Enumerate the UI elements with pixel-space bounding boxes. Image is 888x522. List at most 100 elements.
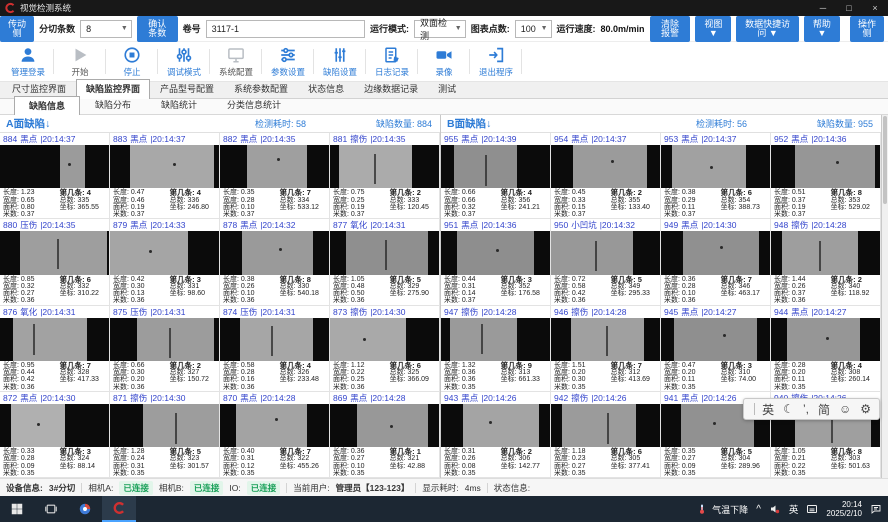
defect-cell-876[interactable]: 876氧化|20:14:31长度: 0.95宽度: 0.44面积: 0.42米数… (0, 306, 110, 392)
defect-thumbnail[interactable] (771, 231, 880, 274)
defect-thumbnail[interactable] (0, 404, 109, 447)
strip-count-select[interactable]: 8▼ (80, 20, 132, 38)
defect-cell-946[interactable]: 946擦伤|20:14:28长度: 1.51宽度: 0.20面积: 0.30米数… (551, 306, 661, 392)
defect-cell-953[interactable]: 953黑点|20:14:37长度: 0.38宽度: 0.29面积: 0.11米数… (661, 133, 771, 219)
defect-cell-944[interactable]: 944黑点|20:14:27长度: 0.28宽度: 0.20面积: 0.11米数… (771, 306, 881, 392)
confirm-strips-button[interactable]: 确认条数 (137, 16, 178, 42)
taskbar-clock[interactable]: 20:14 2025/2/10 (826, 500, 862, 518)
defect-cell-884[interactable]: 884黑点|20:14:37长度: 1.23宽度: 0.65面积: 0.80米数… (0, 133, 110, 219)
toolbar-button-sliders-v[interactable]: 缺陷设置 (314, 42, 366, 81)
defect-thumbnail[interactable] (441, 231, 550, 274)
defect-thumbnail[interactable] (330, 404, 439, 447)
defect-thumbnail[interactable] (771, 145, 880, 188)
sub-tab-1[interactable]: 缺陷分布 (80, 95, 146, 114)
defect-thumbnail[interactable] (771, 318, 880, 361)
defect-thumbnail[interactable] (0, 231, 109, 274)
defect-cell-877[interactable]: 877氧化|20:14:31长度: 1.05宽度: 0.48面积: 0.50米数… (330, 219, 440, 305)
close-button[interactable]: × (862, 0, 888, 16)
defect-thumbnail[interactable] (441, 145, 550, 188)
minimize-button[interactable]: ─ (810, 0, 836, 16)
sub-tab-2[interactable]: 缺陷统计 (146, 95, 212, 114)
toolbar-button-monitor[interactable]: 系统配置 (210, 42, 262, 81)
defect-thumbnail[interactable] (220, 231, 329, 274)
sub-tab-3[interactable]: 分类信息统计 (212, 95, 296, 114)
defect-cell-883[interactable]: 883黑点|20:14:37长度: 0.47宽度: 0.46面积: 0.19米数… (110, 133, 220, 219)
defect-thumbnail[interactable] (330, 318, 439, 361)
defect-cell-955[interactable]: 955黑点|20:14:39长度: 0.66宽度: 0.66面积: 0.32米数… (441, 133, 551, 219)
defect-cell-943[interactable]: 943黑点|20:14:26长度: 0.31宽度: 0.26面积: 0.08米数… (441, 392, 551, 478)
defect-cell-945[interactable]: 945黑点|20:14:27长度: 0.47宽度: 0.20面积: 0.11米数… (661, 306, 771, 392)
maximize-button[interactable]: □ (836, 0, 862, 16)
defect-thumbnail[interactable] (441, 404, 550, 447)
defect-cell-871[interactable]: 871擦伤|20:14:30长度: 1.28宽度: 0.24面积: 0.31米数… (110, 392, 220, 478)
defect-cell-872[interactable]: 872黑点|20:14:30长度: 0.33宽度: 0.28面积: 0.09米数… (0, 392, 110, 478)
defect-cell-879[interactable]: 879黑点|20:14:33长度: 0.42宽度: 0.30面积: 0.13米数… (110, 219, 220, 305)
defect-thumbnail[interactable] (110, 404, 219, 447)
defect-thumbnail[interactable] (330, 231, 439, 274)
defect-thumbnail[interactable] (0, 318, 109, 361)
toolbar-button-sliders-h[interactable]: 参数设置 (262, 42, 314, 81)
defect-thumbnail[interactable] (220, 318, 329, 361)
defect-cell-950[interactable]: 950小凹坑|20:14:32长度: 0.72宽度: 0.58面积: 0.42米… (551, 219, 661, 305)
defect-thumbnail[interactable] (661, 318, 770, 361)
drive-side-button[interactable]: 传动侧 (0, 16, 34, 42)
toolbar-button-exit[interactable]: 退出程序 (470, 42, 522, 81)
operator-side-button[interactable]: 操作侧 (850, 16, 884, 42)
defect-cell-951[interactable]: 951黑点|20:14:36长度: 0.44宽度: 0.31面积: 0.14米数… (441, 219, 551, 305)
taskbar-app-inspection[interactable] (102, 496, 136, 522)
tray-chevron[interactable]: ^ (756, 504, 761, 515)
toolbar-button-tune[interactable]: 调试模式 (158, 42, 210, 81)
ime-lang-en[interactable]: 英 (762, 401, 774, 418)
defect-thumbnail[interactable] (441, 318, 550, 361)
defect-cell-875[interactable]: 875压伤|20:14:31长度: 0.66宽度: 0.30面积: 0.20米数… (110, 306, 220, 392)
toolbar-button-play[interactable]: 开始 (54, 42, 106, 81)
defect-cell-873[interactable]: 873擦伤|20:14:30长度: 1.12宽度: 0.22面积: 0.25米数… (330, 306, 440, 392)
toolbar-button-camera[interactable]: 录像 (418, 42, 470, 81)
ime-icon[interactable] (806, 503, 818, 515)
taskbar-app-browser[interactable] (68, 496, 102, 522)
defect-cell-949[interactable]: 949黑点|20:14:30长度: 0.36宽度: 0.28面积: 0.10米数… (661, 219, 771, 305)
defect-thumbnail[interactable] (661, 145, 770, 188)
ime-emoji-icon[interactable]: ☺ (839, 402, 851, 416)
task-view-button[interactable] (34, 496, 68, 522)
view-menu-button[interactable]: 视图 ▼ (695, 16, 731, 42)
help-menu-button[interactable]: 帮助 ▼ (804, 16, 840, 42)
defect-thumbnail[interactable] (110, 318, 219, 361)
defect-cell-878[interactable]: 878黑点|20:14:32长度: 0.38宽度: 0.26面积: 0.10米数… (220, 219, 330, 305)
defect-cell-870[interactable]: 870黑点|20:14:28长度: 0.40宽度: 0.31面积: 0.12米数… (220, 392, 330, 478)
run-mode-select[interactable]: 双面检测▼ (414, 20, 466, 38)
ime-simplified[interactable]: 简 (818, 401, 830, 418)
defect-thumbnail[interactable] (220, 145, 329, 188)
ime-halfwidth-moon-icon[interactable]: ☾ (783, 402, 794, 416)
main-tab-5[interactable]: 边缘数据记录 (354, 79, 428, 98)
defect-thumbnail[interactable] (110, 231, 219, 274)
defect-thumbnail[interactable] (551, 231, 660, 274)
vertical-scrollbar[interactable] (882, 115, 888, 478)
action-center-icon[interactable] (870, 503, 882, 515)
defect-cell-942[interactable]: 942擦伤|20:14:26长度: 1.18宽度: 0.23面积: 0.27米数… (551, 392, 661, 478)
chart-points-select[interactable]: 100▼ (515, 20, 552, 38)
toolbar-button-doc[interactable]: 日志记录 (366, 42, 418, 81)
roll-number-input[interactable] (206, 20, 365, 38)
defect-thumbnail[interactable] (110, 145, 219, 188)
volume-icon[interactable] (769, 503, 781, 515)
defect-thumbnail[interactable] (220, 404, 329, 447)
main-tab-4[interactable]: 状态信息 (298, 79, 354, 98)
defect-cell-948[interactable]: 948擦伤|20:14:28长度: 1.44宽度: 0.26面积: 0.37米数… (771, 219, 881, 305)
defect-cell-881[interactable]: 881擦伤|20:14:35长度: 0.75宽度: 0.25面积: 0.19米数… (330, 133, 440, 219)
data-quick-access-button[interactable]: 数据快捷访问 ▼ (736, 16, 799, 42)
defect-cell-882[interactable]: 882黑点|20:14:35长度: 0.35宽度: 0.28面积: 0.10米数… (220, 133, 330, 219)
ime-settings-gear-icon[interactable]: ⚙ (860, 402, 871, 416)
clear-alarm-button[interactable]: 清除报警 (650, 16, 691, 42)
start-button[interactable] (0, 496, 34, 522)
defect-cell-874[interactable]: 874压伤|20:14:31长度: 0.58宽度: 0.28面积: 0.16米数… (220, 306, 330, 392)
language-indicator[interactable]: 英 (789, 502, 799, 516)
defect-thumbnail[interactable] (661, 231, 770, 274)
defect-thumbnail[interactable] (551, 145, 660, 188)
defect-thumbnail[interactable] (330, 145, 439, 188)
sub-tab-0[interactable]: 缺陷信息 (14, 96, 80, 115)
defect-cell-952[interactable]: 952黑点|20:14:36长度: 0.51宽度: 0.37面积: 0.19米数… (771, 133, 881, 219)
defect-cell-869[interactable]: 869黑点|20:14:28长度: 0.36宽度: 0.27面积: 0.10米数… (330, 392, 440, 478)
defect-cell-947[interactable]: 947擦伤|20:14:28长度: 1.32宽度: 0.36面积: 0.36米数… (441, 306, 551, 392)
defect-cell-954[interactable]: 954黑点|20:14:37长度: 0.45宽度: 0.33面积: 0.15米数… (551, 133, 661, 219)
